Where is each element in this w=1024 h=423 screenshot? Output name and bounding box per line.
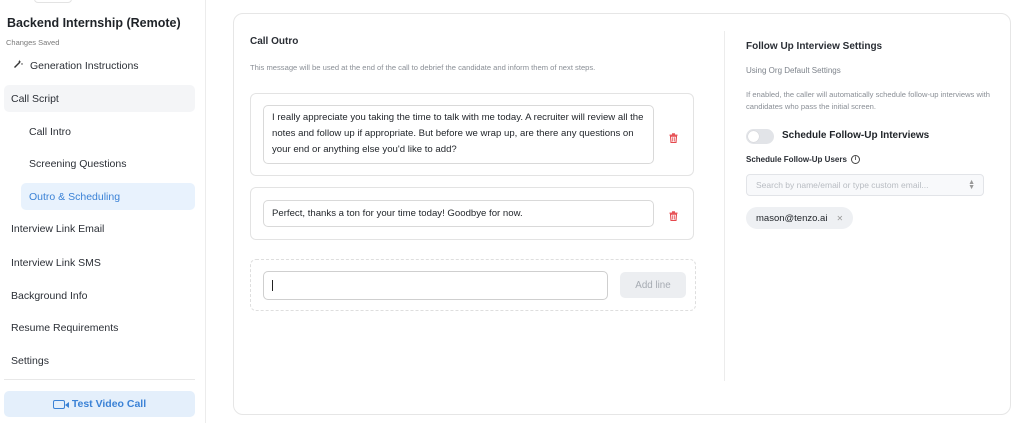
magic-wand-icon <box>11 59 25 72</box>
sidebar-item-call-intro[interactable]: Call Intro <box>4 118 195 145</box>
outro-line-card: Perfect, thanks a ton for your time toda… <box>250 187 694 240</box>
video-camera-icon <box>52 399 69 409</box>
schedule-follow-up-toggle[interactable] <box>746 129 774 144</box>
delete-line-icon[interactable] <box>669 208 678 222</box>
call-outro-description: This message will be used at the end of … <box>250 63 596 72</box>
users-select-placeholder: Search by name/email or type custom emai… <box>756 180 929 190</box>
panel-divider <box>724 31 725 381</box>
outro-line-card: I really appreciate you taking the time … <box>250 93 694 176</box>
text-caret <box>272 280 273 291</box>
job-title: Backend Internship (Remote) <box>7 16 181 30</box>
call-outro-title: Call Outro <box>250 36 299 47</box>
test-video-call-button[interactable]: Test Video Call <box>4 391 195 417</box>
outro-line-text[interactable]: I really appreciate you taking the time … <box>263 105 654 164</box>
follow-up-subtitle: Using Org Default Settings <box>746 66 841 75</box>
top-tab-stub <box>34 0 72 3</box>
sidebar-item-label: Generation Instructions <box>30 59 139 72</box>
sidebar-item-label: Resume Requirements <box>11 321 119 334</box>
sidebar-item-label: Call Script <box>11 92 59 105</box>
test-video-call-label: Test Video Call <box>71 398 147 410</box>
sidebar-item-settings[interactable]: Settings <box>4 347 195 374</box>
sidebar-item-resume-requirements[interactable]: Resume Requirements <box>4 314 195 341</box>
follow-up-title: Follow Up Interview Settings <box>746 41 883 52</box>
chevron-up-down-icon: ▲ ▼ <box>968 179 975 191</box>
sidebar-item-call-script[interactable]: Call Script <box>4 85 195 112</box>
schedule-follow-up-label: Schedule Follow-Up Interviews <box>782 130 930 141</box>
sidebar-item-interview-link-email[interactable]: Interview Link Email <box>4 215 195 242</box>
sidebar-item-interview-link-sms[interactable]: Interview Link SMS <box>4 249 195 276</box>
sidebar-divider <box>4 379 195 380</box>
add-line-button[interactable]: Add line <box>620 272 686 298</box>
info-icon[interactable]: i <box>850 155 860 164</box>
sidebar-item-label: Screening Questions <box>29 157 127 170</box>
follow-up-users-label: Schedule Follow-Up Users i <box>746 155 860 164</box>
sidebar: Backend Internship (Remote) Changes Save… <box>0 0 206 423</box>
outro-line-text[interactable]: Perfect, thanks a ton for your time toda… <box>263 200 654 227</box>
user-chip: mason@tenzo.ai ✕ <box>746 207 854 229</box>
save-status: Changes Saved <box>6 38 60 47</box>
sidebar-item-screening-questions[interactable]: Screening Questions <box>4 150 195 177</box>
sidebar-item-label: Interview Link SMS <box>11 256 101 269</box>
delete-line-icon[interactable] <box>669 130 678 144</box>
follow-up-users-select[interactable]: Search by name/email or type custom emai… <box>746 174 984 196</box>
new-line-input[interactable] <box>263 271 608 300</box>
sidebar-item-label: Outro & Scheduling <box>29 190 121 203</box>
follow-up-users-text: Schedule Follow-Up Users <box>746 155 847 164</box>
sidebar-item-outro-scheduling[interactable]: Outro & Scheduling <box>21 183 195 210</box>
toggle-knob <box>748 131 759 142</box>
follow-up-description: If enabled, the caller will automaticall… <box>746 90 990 111</box>
sidebar-item-label: Interview Link Email <box>11 222 105 235</box>
user-chip-email: mason@tenzo.ai <box>756 212 828 224</box>
remove-user-icon[interactable]: ✕ <box>836 214 843 223</box>
sidebar-item-background-info[interactable]: Background Info <box>4 282 195 309</box>
sidebar-item-label: Background Info <box>11 289 88 302</box>
sidebar-item-generation-instructions[interactable]: Generation Instructions <box>4 52 195 79</box>
sidebar-item-label: Call Intro <box>29 125 72 138</box>
add-line-card: Add line <box>250 259 696 311</box>
sidebar-item-label: Settings <box>11 354 49 367</box>
